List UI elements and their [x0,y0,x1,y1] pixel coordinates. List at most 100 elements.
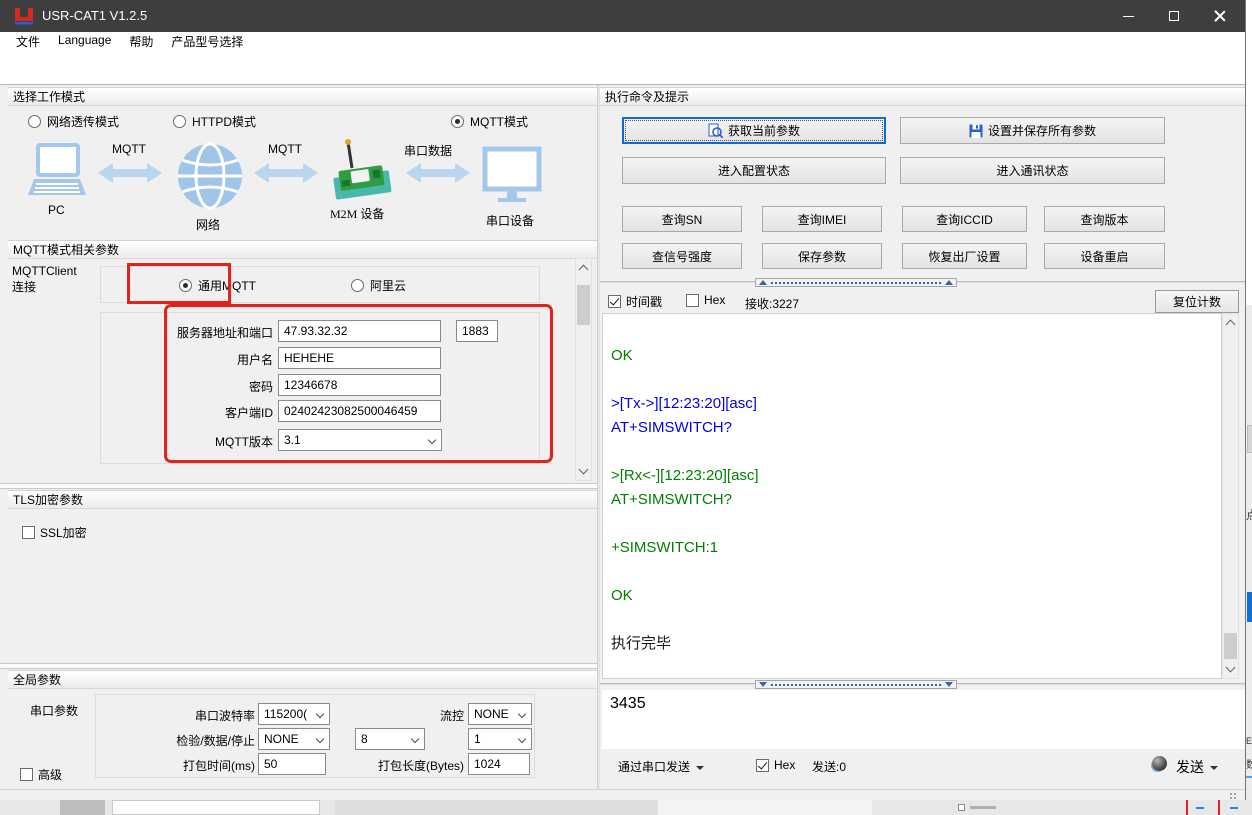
log-output[interactable]: OK >[Tx->][12:23:20][asc] AT+SIMSWITCH? >[R… [602,313,1222,679]
log-hex-checkbox[interactable]: Hex [686,293,725,307]
chevron-down-icon [410,734,420,744]
radio-icon [28,115,41,128]
enter-comm-button[interactable]: 进入通讯状态 [900,157,1165,184]
checkbox-icon [686,293,699,307]
menu-item[interactable]: Language [58,33,111,50]
password-label: 密码 [248,380,273,394]
log-line: +SIMSWITCH:1 [611,539,719,556]
reboot-button[interactable]: 设备重启 [1044,243,1165,269]
status-bar [0,789,1245,800]
send-splitter-handle[interactable] [755,680,957,689]
serial-toolbar: [PC串口参数] : 串口号 COM11 波特率 115200 检验/数据/停止… [0,51,1245,133]
log-line: >[Rx<-][12:23:20][asc] [611,467,759,484]
mqtt-type-radio[interactable]: 通用MQTT [179,277,256,294]
resize-grip[interactable] [1229,792,1237,800]
g-baud-select[interactable]: 115200( [258,703,330,725]
splitter-arrow-icon [945,682,953,687]
query-imei-button[interactable]: 查询IMEI [762,206,882,232]
close-button[interactable] [1197,0,1243,32]
query-signal-button[interactable]: 查信号强度 [622,243,742,269]
g-parity-select[interactable]: NONE [258,728,330,750]
g-stop-bits-select[interactable]: 1 [468,728,532,750]
reset-counter-button[interactable]: 复位计数 [1155,290,1239,313]
scrollbar-thumb[interactable] [577,285,590,325]
chevron-down-icon [517,734,527,744]
send-hex-checkbox[interactable]: Hex [756,758,795,772]
link-arrow-icon [406,163,470,183]
menu-bar: 文件 Language 帮助 产品型号选择 [0,32,1245,51]
mqtt-form-box: 服务器地址和端口 用户名 密码 客户端ID MQTT版本 3.1 [100,312,540,464]
query-iccid-button[interactable]: 查询ICCID [902,206,1027,232]
menu-item[interactable]: 产品型号选择 [171,33,243,50]
node-serial-device-label: 串口设备 [486,214,535,228]
maximize-button[interactable] [1151,0,1197,32]
server-label: 服务器地址和端口 [176,326,273,340]
send-input[interactable]: 3435 [602,690,1245,749]
caret-down-icon [696,765,705,770]
right-sliver-text: 数 [1246,756,1252,771]
mqtt-section-scrollbar[interactable] [575,258,592,481]
client-id-input[interactable] [278,400,441,422]
scrollbar-thumb[interactable] [1224,633,1237,659]
advanced-checkbox[interactable]: 高级 [20,766,62,783]
g-baud-label: 串口波特率 [194,709,255,723]
menu-item[interactable]: 文件 [16,33,40,50]
chevron-down-icon [517,709,527,719]
pack-len-input[interactable] [468,753,530,775]
get-params-button[interactable]: 获取当前参数 [622,117,886,144]
pack-len-label: 打包长度(Bytes) [377,759,464,773]
splitter-dots [771,281,941,284]
password-input[interactable] [278,374,441,396]
work-mode-radio[interactable]: MQTT模式 [451,113,528,130]
network-globe-icon [178,142,242,210]
username-input[interactable] [278,347,441,369]
section-separator [0,663,597,669]
timestamp-checkbox[interactable]: 时间戳 [608,293,662,310]
link-mqtt-label-2: MQTT [268,142,302,156]
menu-item[interactable]: 帮助 [129,33,153,50]
send-button[interactable]: 发送 [1176,757,1218,777]
chevron-down-icon [315,734,325,744]
log-line: OK [611,347,633,364]
server-port-input[interactable] [456,320,498,342]
log-scrollbar[interactable] [1222,313,1239,679]
save-params-button[interactable]: 保存参数 [762,243,882,269]
checkbox-icon [20,768,33,781]
log-line: >[Tx->][12:23:20][asc] [611,395,757,412]
log-line: 执行完毕 [611,635,672,652]
work-mode-radio[interactable]: 网络透传模式 [28,113,119,130]
minimize-button[interactable] [1105,0,1151,32]
send-button-label: 发送 [1176,759,1204,775]
scroll-up-icon [578,264,589,275]
ssl-label: SSL加密 [40,526,87,540]
title-bar[interactable]: USR-CAT1 V1.2.5 [0,0,1245,32]
send-via-serial-dropdown[interactable]: 通过串口发送 [618,758,705,775]
background-window-bottom-sliver [0,800,1252,815]
splitter-arrow-icon [945,280,953,285]
pack-time-input[interactable] [258,753,326,775]
mqtt-type-label: 通用MQTT [198,279,256,293]
query-sn-button[interactable]: 查询SN [622,206,742,232]
mqtt-client-label: MQTTClient 连接 [12,264,77,294]
work-mode-radio[interactable]: HTTPD模式 [173,113,256,130]
ssl-checkbox[interactable]: SSL加密 [22,524,87,541]
g-data-bits-select[interactable]: 8 [355,728,425,750]
mqtt-version-select[interactable]: 3.1 [278,429,442,451]
client-id-label: 客户端ID [224,406,273,420]
server-address-input[interactable] [278,320,441,342]
log-splitter-handle[interactable] [755,278,957,287]
timestamp-label: 时间戳 [626,295,663,309]
sent-counter: 发送:0 [812,760,847,774]
query-version-button[interactable]: 查询版本 [1044,206,1165,232]
close-icon [1214,10,1226,22]
advanced-label: 高级 [38,768,63,782]
mqtt-type-radio[interactable]: 阿里云 [351,277,406,294]
g-flow-select[interactable]: NONE [468,703,532,725]
enter-config-button[interactable]: 进入配置状态 [622,157,886,184]
factory-reset-button[interactable]: 恢复出厂设置 [902,243,1027,269]
work-mode-label: HTTPD模式 [192,115,256,129]
set-save-all-button[interactable]: 设置并保存所有参数 [900,117,1165,144]
chevron-down-icon [427,435,437,445]
link-arrow-icon [254,163,318,183]
